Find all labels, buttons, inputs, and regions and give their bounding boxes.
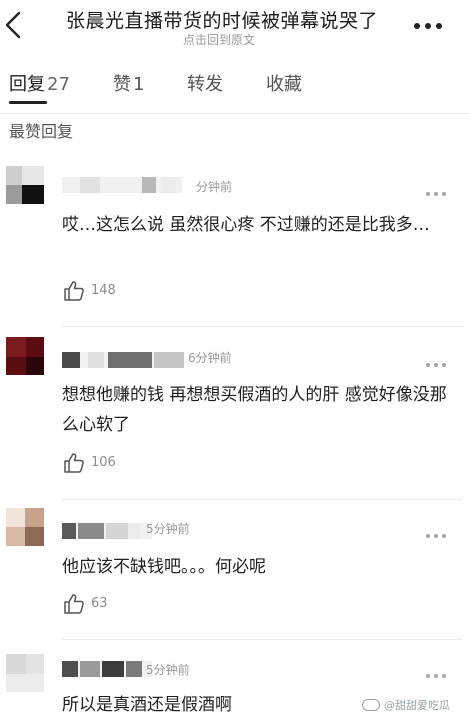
ellipsis-icon [426,534,446,538]
thumbs-up-icon [64,281,84,301]
thumbs-up-icon [64,594,84,614]
tab-likes[interactable]: 赞1 [113,70,144,96]
avatar[interactable] [6,654,44,692]
watermark: @甜甜爱吃瓜 [362,697,450,713]
ellipsis-icon [426,674,446,678]
username-blurred[interactable] [62,174,192,194]
tab-reposts-label: 转发 [187,74,223,95]
tab-replies-label: 回复 [9,74,45,95]
tab-likes-count: 1 [133,74,145,95]
comment-time: 分钟前 [196,180,233,194]
ellipsis-icon [414,23,442,29]
comment-text: 他应该不缺钱吧。。。何必呢 [62,557,266,577]
comment-divider [62,499,462,500]
avatar[interactable] [6,337,44,375]
comment-text: 哎…这怎么说 虽然很心疼 不过赚的还是比我多… [62,215,430,235]
comment-time: 5分钟前 [146,522,190,536]
comment-more-button[interactable] [424,524,448,538]
active-tab-indicator [9,101,47,104]
comment-more-button[interactable] [424,353,448,367]
chevron-left-icon [5,11,21,39]
tab-favorites[interactable]: 收藏 [266,70,302,96]
tab-replies-count: 27 [47,74,70,95]
like-count: 63 [91,596,108,611]
tab-replies[interactable]: 回复 27 [9,70,70,96]
avatar[interactable] [6,508,44,546]
tab-favorites-label: 收藏 [266,74,302,95]
comment-more-button[interactable] [424,664,448,678]
comment-text: 想想他赚的钱 再想想买假酒的人的肝 感觉好像没那么心软了 [62,385,447,435]
page-title: 张晨光直播带货的时候被弹幕说哭了 [66,10,379,32]
tab-reposts[interactable]: 转发 [187,70,223,96]
ellipsis-icon [426,363,446,367]
like-count: 106 [91,455,116,470]
comment-divider [62,326,462,327]
watermark-text: @甜甜爱吃瓜 [384,699,450,712]
thumbs-up-icon [64,453,84,473]
more-options-button[interactable] [412,14,444,38]
weibo-logo-icon [362,699,380,711]
tab-bar: 回复 27 赞1 转发 收藏 [0,70,469,110]
section-title: 最赞回复 [9,122,74,141]
ellipsis-icon [426,192,446,196]
divider [0,113,469,114]
back-to-original-link[interactable]: 点击回到原文 [183,31,255,48]
username-blurred[interactable] [62,349,192,369]
like-count: 148 [91,283,116,298]
tab-likes-label: 赞 [113,74,131,95]
comment-more-button[interactable] [424,182,448,196]
comment-divider [62,639,462,640]
avatar[interactable] [6,166,44,204]
comment-time: 6分钟前 [188,351,232,365]
top-bar: 张晨光直播带货的时候被弹幕说哭了 点击回到原文 [0,0,469,58]
comment-time: 5分钟前 [146,663,190,677]
back-button[interactable] [2,10,26,40]
